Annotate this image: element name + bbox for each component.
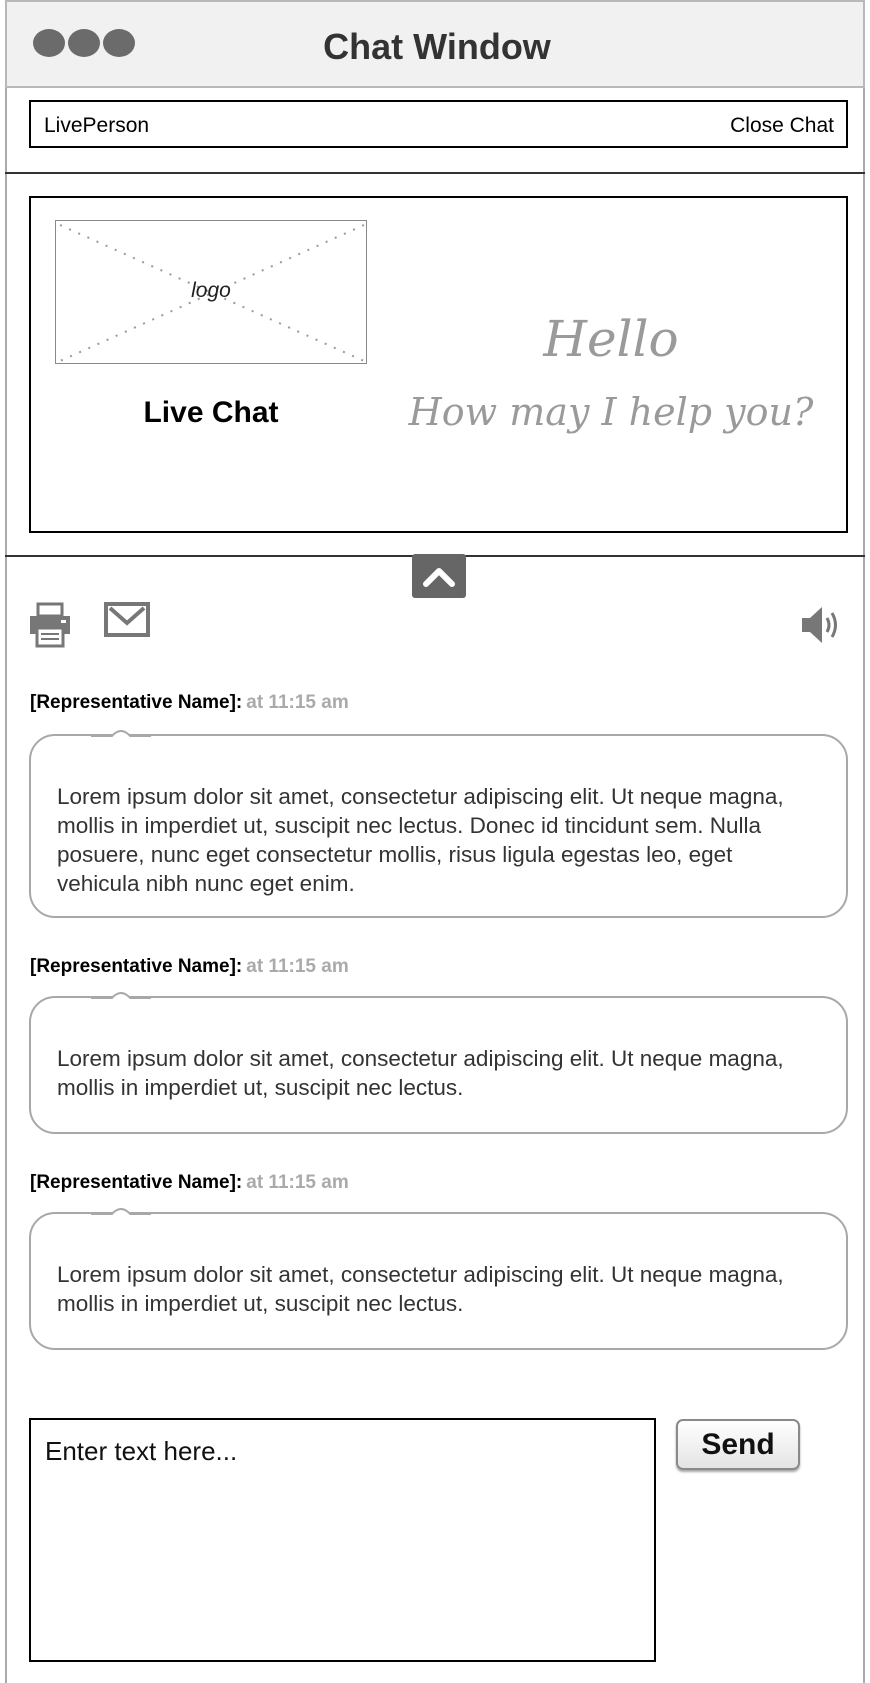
title-bar: Chat Window [5,0,865,88]
sender-name: [Representative Name]: [30,1172,243,1193]
email-button[interactable] [104,602,150,643]
message-bubble: Lorem ipsum dolor sit amet, consectetur … [29,1208,848,1350]
greeting-text: Hello [543,310,679,368]
speaker-icon [802,607,837,643]
message-time: at 11:15 am [246,956,349,977]
window-title: Chat Window [323,26,551,67]
prompt-text: How may I help you? [408,390,814,434]
brand-name: LivePerson [44,114,150,137]
bubble-pointer [91,730,151,739]
message-bubble: Lorem ipsum dolor sit amet, consectetur … [29,992,848,1134]
printer-icon [30,602,70,648]
close-chat-link[interactable]: Close Chat [730,114,834,138]
message-header: [Representative Name]: at 11:15 am [30,1172,349,1194]
logo-placeholder: logo [55,220,367,364]
message-text: Lorem ipsum dolor sit amet, consectetur … [57,1046,784,1100]
bubble-pointer [91,992,151,1001]
message-bubble: Lorem ipsum dolor sit amet, consectetur … [29,730,848,918]
message-text: Lorem ipsum dolor sit amet, consectetur … [57,784,784,896]
sender-name: [Representative Name]: [30,956,243,977]
message-header: [Representative Name]: at 11:15 am [30,692,349,714]
message-text: Lorem ipsum dolor sit amet, consectetur … [57,1262,784,1316]
sound-toggle-button[interactable] [800,603,846,652]
product-name: Live Chat [143,396,279,429]
logo-label: logo [191,279,231,302]
chevron-up-icon [423,568,455,587]
send-button[interactable]: Send [676,1419,800,1470]
header-panel: logo Live Chat Hello How may I help you? [29,196,848,533]
message-time: at 11:15 am [246,692,349,713]
message-time: at 11:15 am [246,1172,349,1193]
bubble-pointer [91,1208,151,1217]
sender-name: [Representative Name]: [30,692,243,713]
message-header: [Representative Name]: at 11:15 am [30,956,349,978]
collapse-header-button[interactable] [412,554,466,598]
print-button[interactable] [28,602,74,653]
divider [5,172,865,174]
envelope-icon [104,602,150,637]
message-input[interactable] [29,1418,656,1662]
brand-bar: LivePerson Close Chat [29,100,848,148]
